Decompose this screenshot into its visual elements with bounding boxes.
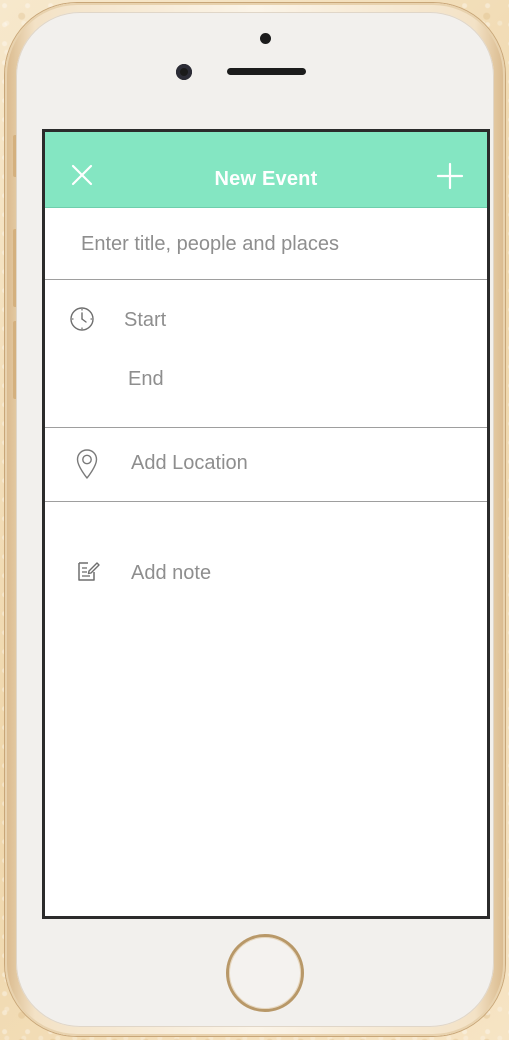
proximity-sensor xyxy=(260,33,271,44)
location-row[interactable]: Add Location xyxy=(45,428,487,502)
time-section: Start End xyxy=(45,280,487,428)
home-button[interactable] xyxy=(226,934,304,1012)
clock-icon xyxy=(70,307,94,331)
plus-icon xyxy=(436,162,464,190)
page-title: New Event xyxy=(214,168,318,190)
end-time-field[interactable]: End xyxy=(128,368,164,391)
note-row[interactable]: Add note xyxy=(45,552,487,592)
app-screen: New Event Start End Add Location xyxy=(42,129,490,919)
title-input[interactable] xyxy=(81,229,461,259)
start-time-field[interactable]: Start xyxy=(124,309,166,332)
location-pin-icon xyxy=(76,449,98,479)
title-row xyxy=(45,207,487,280)
location-label: Add Location xyxy=(131,452,248,474)
note-edit-icon xyxy=(78,562,100,581)
note-label: Add note xyxy=(131,562,212,584)
navigation-bar: New Event xyxy=(45,132,487,208)
front-camera xyxy=(176,64,192,80)
add-event-button[interactable] xyxy=(436,162,464,190)
earpiece-speaker xyxy=(227,68,306,75)
